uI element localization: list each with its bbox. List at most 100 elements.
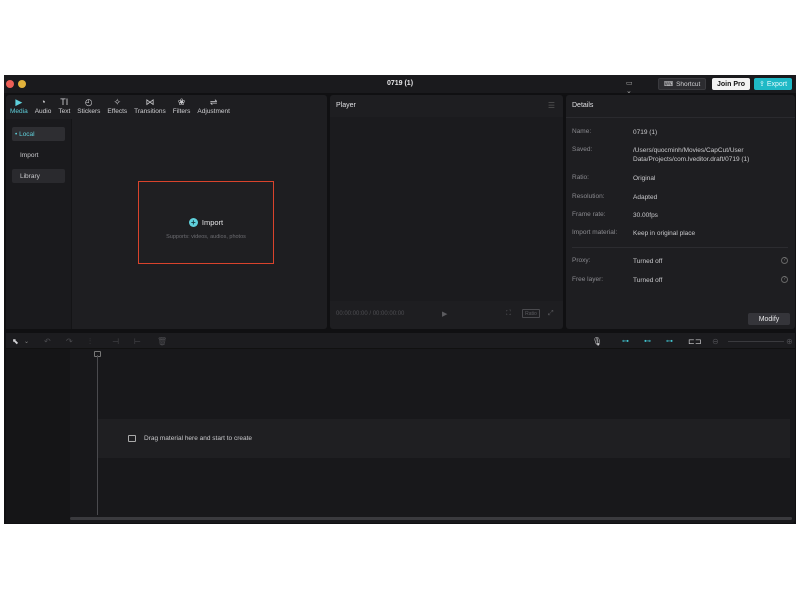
detail-key: Proxy: bbox=[572, 257, 591, 264]
fullscreen-icon[interactable]: ⤢ bbox=[548, 310, 554, 318]
timeline-toolbar: ⬉ ⌄ ↶ ↷ ⫶ ⊣ ⊢ 🗑 🎙 ⊶ ⊷ ⊶ ⊏⊐ ⊖ ⊕ bbox=[6, 333, 795, 349]
fit-screen-icon[interactable]: ⛶ bbox=[506, 310, 511, 318]
menu-icon[interactable]: ☰ bbox=[548, 101, 555, 110]
media-sidebar: • Local Import Library bbox=[6, 119, 72, 329]
transitions-icon: ⋈ bbox=[145, 97, 155, 107]
detail-value: Adapted bbox=[633, 194, 658, 201]
select-cursor-icon[interactable]: ⬉ bbox=[12, 337, 19, 346]
tab-label: Stickers bbox=[77, 108, 101, 115]
tab-label: Text bbox=[58, 108, 71, 115]
main-track-dropzone[interactable]: Drag material here and start to create bbox=[98, 419, 790, 458]
tab-adjustment[interactable]: ⇌ Adjustment bbox=[197, 95, 230, 119]
tab-filters[interactable]: ❀ Filters bbox=[173, 95, 191, 119]
tab-label: Adjustment bbox=[197, 108, 230, 115]
redo-icon[interactable]: ↷ bbox=[66, 337, 73, 346]
detail-key: Saved: bbox=[572, 146, 593, 153]
audio-icon: ◔ bbox=[40, 97, 46, 107]
tab-effects[interactable]: ✧ Effects bbox=[107, 95, 127, 119]
detail-key: Name: bbox=[572, 128, 592, 135]
layout-icon[interactable]: ▭ ⌄ bbox=[626, 79, 640, 95]
export-icon: ⇪ bbox=[758, 81, 765, 88]
import-supported-formats: Supports: videos, audios, photos bbox=[166, 234, 246, 240]
shortcut-label: Shortcut bbox=[676, 80, 701, 88]
text-icon: TI bbox=[60, 97, 69, 107]
player-timecode: 00:00:00:00 / 00:00:00:00 bbox=[336, 311, 405, 317]
tab-label: Media bbox=[10, 108, 28, 115]
detail-value: Turned off bbox=[633, 258, 663, 265]
sidebar-item-library[interactable]: Library bbox=[12, 169, 65, 183]
sidebar-item-import[interactable]: Import bbox=[12, 148, 65, 162]
detail-value: Original bbox=[633, 175, 656, 182]
shortcut-button[interactable]: ⌨ Shortcut bbox=[658, 78, 706, 90]
adjustment-icon: ⇌ bbox=[209, 97, 218, 107]
import-button[interactable]: + Import bbox=[139, 218, 273, 227]
split-icon[interactable]: ⫶ bbox=[89, 337, 91, 347]
track-headers bbox=[6, 349, 70, 523]
split-right-icon[interactable]: ⊢ bbox=[134, 337, 141, 346]
help-icon[interactable]: ? bbox=[781, 276, 788, 283]
play-icon[interactable]: ▶ bbox=[442, 310, 447, 318]
plus-icon: + bbox=[188, 218, 198, 227]
drop-hint-label: Drag material here and start to create bbox=[144, 435, 253, 442]
tab-label: Effects bbox=[107, 108, 128, 115]
detail-value: /Users/quocminh/Movies/CapCut/User Data/… bbox=[633, 147, 750, 163]
join-pro-button[interactable]: Join Pro bbox=[712, 78, 750, 90]
export-label: Export bbox=[766, 80, 788, 88]
tab-label: Audio bbox=[34, 108, 52, 115]
auto-snap-icon[interactable]: ⊷ bbox=[644, 337, 651, 345]
tab-audio[interactable]: ◔ Audio bbox=[35, 95, 52, 119]
preview-axis-icon[interactable]: ⊏⊐ bbox=[688, 337, 701, 346]
modify-button[interactable]: Modify bbox=[748, 313, 790, 325]
zoom-in-icon[interactable]: ⊕ bbox=[786, 337, 793, 346]
player-title: Player bbox=[336, 102, 356, 109]
import-dropzone[interactable]: + Import Supports: videos, audios, photo… bbox=[138, 181, 274, 264]
media-tabs: ▶ Media ◔ Audio TI Text ◴ Stickers ✧ Eff… bbox=[6, 95, 327, 119]
details-panel: Details Name: 0719 (1) Saved: /Users/quo… bbox=[566, 95, 795, 329]
tab-label: Transitions bbox=[134, 108, 166, 115]
tab-media[interactable]: ▶ Media bbox=[10, 95, 28, 119]
media-icon: ▶ bbox=[15, 97, 23, 107]
microphone-icon[interactable]: 🎙 bbox=[592, 337, 602, 346]
keyboard-icon: ⌨ bbox=[663, 81, 674, 88]
player-preview bbox=[330, 117, 563, 301]
detail-key: Import material: bbox=[572, 229, 618, 236]
timeline-panel: ⬉ ⌄ ↶ ↷ ⫶ ⊣ ⊢ 🗑 🎙 ⊶ ⊷ ⊶ ⊏⊐ ⊖ ⊕ Drag mate… bbox=[6, 333, 795, 523]
player-panel: Player ☰ 00:00:00:00 / 00:00:00:00 ▶ ⛶ R… bbox=[330, 95, 563, 329]
detail-value: 0719 (1) bbox=[633, 129, 658, 136]
linkage-icon[interactable]: ⊶ bbox=[666, 337, 673, 345]
export-button[interactable]: ⇪ Export bbox=[754, 78, 792, 90]
timeline-scrollbar[interactable] bbox=[70, 517, 792, 520]
tab-transitions[interactable]: ⋈ Transitions bbox=[134, 95, 166, 119]
effects-icon: ✧ bbox=[113, 97, 122, 107]
import-label: Import bbox=[201, 218, 224, 227]
filters-icon: ❀ bbox=[177, 97, 186, 107]
zoom-out-icon[interactable]: ⊖ bbox=[712, 337, 719, 346]
tab-text[interactable]: TI Text bbox=[58, 95, 70, 119]
player-controls: 00:00:00:00 / 00:00:00:00 ▶ ⛶ Ratio ⤢ bbox=[330, 305, 563, 325]
tab-stickers[interactable]: ◴ Stickers bbox=[77, 95, 100, 119]
main-track-magnet-icon[interactable]: ⊶ bbox=[622, 337, 629, 345]
media-panel: ▶ Media ◔ Audio TI Text ◴ Stickers ✧ Eff… bbox=[6, 95, 327, 329]
capcut-window: 0719 (1) ▭ ⌄ ⌨ Shortcut Join Pro ⇪ Expor… bbox=[4, 75, 796, 524]
detail-key: Frame rate: bbox=[572, 211, 606, 218]
help-icon[interactable]: ? bbox=[781, 257, 788, 264]
details-title: Details bbox=[572, 102, 594, 109]
sidebar-item-local[interactable]: • Local bbox=[12, 127, 65, 141]
zoom-slider[interactable] bbox=[728, 341, 784, 342]
title-bar: 0719 (1) ▭ ⌄ ⌨ Shortcut Join Pro ⇪ Expor… bbox=[4, 75, 796, 95]
chevron-down-icon[interactable]: ⌄ bbox=[24, 338, 29, 345]
detail-value: 30.00fps bbox=[633, 212, 658, 219]
detail-value: Turned off bbox=[633, 277, 663, 284]
drop-hint: Drag material here and start to create bbox=[128, 435, 252, 442]
split-left-icon[interactable]: ⊣ bbox=[112, 337, 119, 346]
divider bbox=[566, 117, 795, 118]
divider bbox=[572, 247, 788, 248]
detail-key: Resolution: bbox=[572, 193, 605, 200]
stickers-icon: ◴ bbox=[84, 97, 93, 107]
detail-key: Ratio: bbox=[572, 174, 589, 181]
ratio-button[interactable]: Ratio bbox=[522, 309, 540, 318]
detail-key: Free layer: bbox=[572, 276, 604, 283]
film-icon bbox=[128, 435, 136, 442]
undo-icon[interactable]: ↶ bbox=[44, 337, 51, 346]
delete-icon[interactable]: 🗑 bbox=[157, 337, 167, 346]
